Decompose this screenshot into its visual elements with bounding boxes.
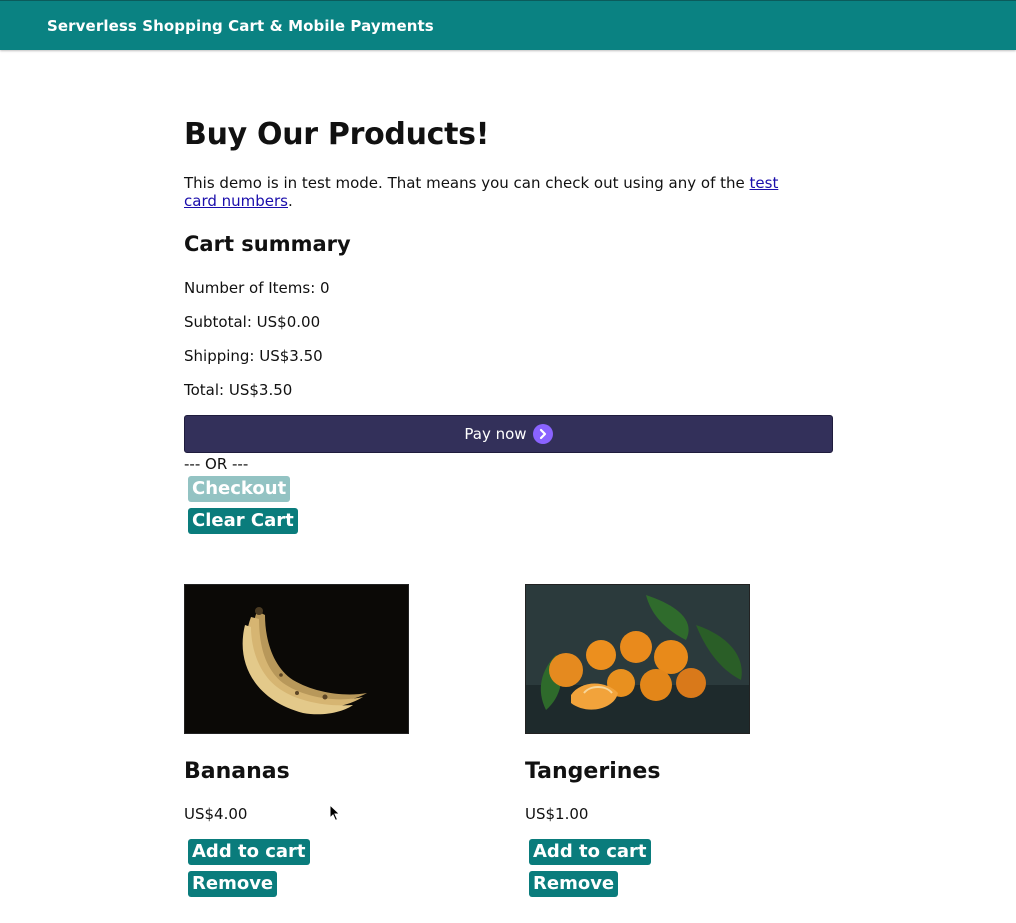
checkout-button[interactable]: Checkout xyxy=(188,476,291,502)
intro-end: . xyxy=(288,192,293,210)
shipping: Shipping: US$3.50 xyxy=(184,347,323,365)
remove-button[interactable]: Remove xyxy=(529,871,619,897)
clear-cart-button[interactable]: Clear Cart xyxy=(188,508,298,534)
intro-paragraph: This demo is in test mode. That means yo… xyxy=(184,174,804,210)
top-navbar: Serverless Shopping Cart & Mobile Paymen… xyxy=(0,0,1016,50)
item-count: Number of Items: 0 xyxy=(184,279,330,297)
cart-summary-heading: Cart summary xyxy=(184,232,351,256)
remove-button[interactable]: Remove xyxy=(188,871,278,897)
total: Total: US$3.50 xyxy=(184,381,293,399)
product-price: US$1.00 xyxy=(525,805,589,823)
intro-text: This demo is in test mode. That means yo… xyxy=(184,174,750,192)
chevron-right-icon xyxy=(532,424,553,444)
pay-now-button[interactable]: Pay now xyxy=(184,415,833,453)
mouse-pointer-icon xyxy=(329,803,341,826)
or-divider: --- OR --- xyxy=(184,455,249,473)
app-title: Serverless Shopping Cart & Mobile Paymen… xyxy=(47,17,434,35)
page-title: Buy Our Products! xyxy=(184,117,490,152)
add-to-cart-button[interactable]: Add to cart xyxy=(529,839,651,865)
tangerines-image xyxy=(525,584,750,734)
pay-now-label: Pay now xyxy=(464,425,527,443)
subtotal: Subtotal: US$0.00 xyxy=(184,313,321,331)
bananas-image xyxy=(184,584,409,734)
product-name: Tangerines xyxy=(525,759,661,784)
product-name: Bananas xyxy=(184,759,290,784)
add-to-cart-button[interactable]: Add to cart xyxy=(188,839,310,865)
product-price: US$4.00 xyxy=(184,805,248,823)
